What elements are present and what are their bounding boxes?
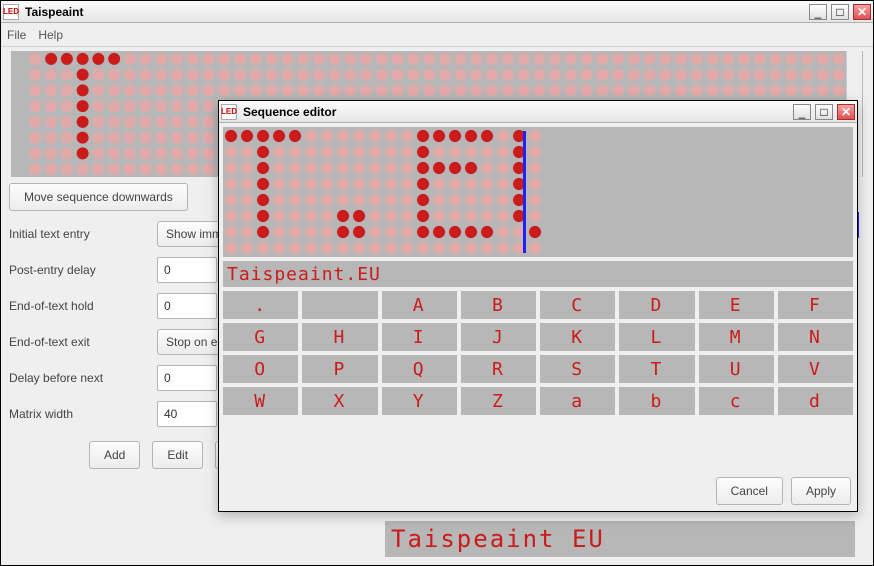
glyph-.[interactable]: . [223, 291, 298, 319]
post-entry-delay-label: Post-entry delay [9, 263, 149, 277]
glyph-A[interactable]: A [382, 291, 457, 319]
glyph-W[interactable]: W [223, 387, 298, 415]
glyph-O[interactable]: O [223, 355, 298, 383]
glyph-M[interactable]: M [699, 323, 774, 351]
glyph-a[interactable]: a [540, 387, 615, 415]
glyph-X[interactable]: X [302, 387, 377, 415]
glyph-Z[interactable]: Z [461, 387, 536, 415]
text-entry[interactable]: Taispeaint.EU [223, 261, 853, 287]
main-titlebar[interactable]: LED Taispeaint _ □ ✕ [1, 1, 873, 23]
app-icon: LED [3, 4, 19, 20]
matrix-width-label: Matrix width [9, 407, 149, 421]
glyph-T[interactable]: T [619, 355, 694, 383]
end-of-text-hold-input[interactable] [157, 293, 217, 319]
delay-before-next-label: Delay before next [9, 371, 149, 385]
glyph-U[interactable]: U [699, 355, 774, 383]
dialog-maximize-button[interactable]: □ [815, 104, 833, 120]
dialog-titlebar[interactable]: LED Sequence editor _ □ ✕ [219, 101, 857, 123]
glyph-K[interactable]: K [540, 323, 615, 351]
bottom-preview-strip: Taispeaint EU [385, 521, 855, 557]
glyph-N[interactable]: N [778, 323, 853, 351]
main-window-title: Taispeaint [23, 5, 805, 19]
glyph-J[interactable]: J [461, 323, 536, 351]
glyph-S[interactable]: S [540, 355, 615, 383]
dialog-title: Sequence editor [241, 105, 789, 119]
glyph-C[interactable]: C [540, 291, 615, 319]
glyph-H[interactable]: H [302, 323, 377, 351]
move-sequence-down-button[interactable]: Move sequence downwards [9, 183, 188, 211]
glyph-picker: . ABCDEF GHIJKLMN OPQRSTUV WXYZabcd [223, 291, 853, 415]
close-button[interactable]: ✕ [853, 4, 871, 20]
end-of-text-hold-label: End-of-text hold [9, 299, 149, 313]
sequence-preview[interactable] [223, 127, 853, 257]
glyph-Y[interactable]: Y [382, 387, 457, 415]
apply-button[interactable]: Apply [791, 477, 851, 505]
dialog-content: Taispeaint.EU . ABCDEF GHIJKLMN OPQRSTUV WX… [219, 123, 857, 511]
glyph-P[interactable]: P [302, 355, 377, 383]
dialog-close-button[interactable]: ✕ [837, 104, 855, 120]
post-entry-delay-input[interactable] [157, 257, 217, 283]
menu-help[interactable]: Help [38, 28, 63, 42]
delay-before-next-input[interactable] [157, 365, 217, 391]
glyph-space[interactable] [302, 291, 377, 319]
glyph-F[interactable]: F [778, 291, 853, 319]
glyph-B[interactable]: B [461, 291, 536, 319]
glyph-V[interactable]: V [778, 355, 853, 383]
add-button[interactable]: Add [89, 441, 140, 469]
minimize-button[interactable]: _ [809, 4, 827, 20]
glyph-d[interactable]: d [778, 387, 853, 415]
glyph-L[interactable]: L [619, 323, 694, 351]
glyph-b[interactable]: b [619, 387, 694, 415]
glyph-D[interactable]: D [619, 291, 694, 319]
initial-text-entry-label: Initial text entry [9, 227, 149, 241]
menu-file[interactable]: File [7, 28, 26, 42]
glyph-G[interactable]: G [223, 323, 298, 351]
maximize-button[interactable]: □ [831, 4, 849, 20]
glyph-Q[interactable]: Q [382, 355, 457, 383]
cancel-button[interactable]: Cancel [716, 477, 783, 505]
glyph-c[interactable]: c [699, 387, 774, 415]
dialog-minimize-button[interactable]: _ [793, 104, 811, 120]
app-icon: LED [221, 104, 237, 120]
glyph-I[interactable]: I [382, 323, 457, 351]
sequence-editor-dialog: LED Sequence editor _ □ ✕ Taispeaint.EU … [218, 100, 858, 512]
menubar: File Help [1, 23, 873, 47]
matrix-width-input[interactable] [157, 401, 217, 427]
glyph-R[interactable]: R [461, 355, 536, 383]
glyph-E[interactable]: E [699, 291, 774, 319]
end-of-text-exit-label: End-of-text exit [9, 335, 149, 349]
cursor-line [523, 131, 526, 253]
edit-button[interactable]: Edit [152, 441, 203, 469]
